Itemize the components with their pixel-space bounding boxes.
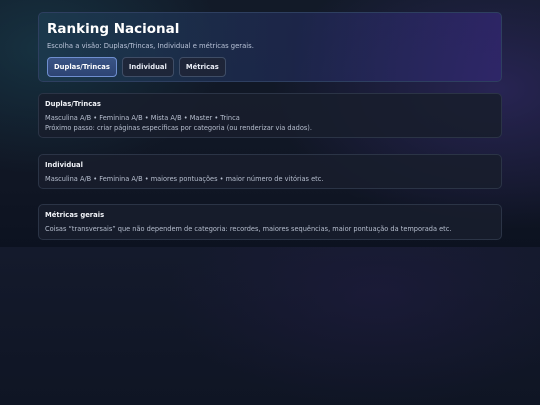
tab-individual[interactable]: Individual <box>121 57 174 77</box>
card-duplas-next-step: Próximo passo: criar páginas específicas… <box>45 124 312 132</box>
card-metricas-gerais: Métricas gerais Coisas “transversais” qu… <box>38 204 502 240</box>
main-content: Ranking Nacional Escolha a visão: Duplas… <box>38 12 502 240</box>
card-title-individual: Individual <box>45 161 83 169</box>
ranking-header: Ranking Nacional Escolha a visão: Duplas… <box>38 12 502 82</box>
card-metricas-description: Coisas “transversais” que não dependem d… <box>45 225 452 233</box>
page-background-lower <box>0 247 540 405</box>
page-subtitle: Escolha a visão: Duplas/Trincas, Individ… <box>47 42 254 50</box>
tab-metricas[interactable]: Métricas <box>178 57 226 77</box>
card-individual: Individual Masculina A/B • Feminina A/B … <box>38 154 502 189</box>
card-title-duplas-trincas: Duplas/Trincas <box>45 100 101 108</box>
ranking-page: { "header": { "title": "Ranking Nacional… <box>0 0 540 405</box>
page-title: Ranking Nacional <box>47 21 180 37</box>
card-title-metricas-gerais: Métricas gerais <box>45 211 105 219</box>
card-duplas-trincas: Duplas/Trincas Masculina A/B • Feminina … <box>38 93 502 138</box>
view-tabs: Duplas/Trincas Individual Métricas <box>47 57 493 77</box>
card-duplas-categories: Masculina A/B • Feminina A/B • Mista A/B… <box>45 114 240 122</box>
card-individual-description: Masculina A/B • Feminina A/B • maiores p… <box>45 175 324 183</box>
tab-duplas-trincas[interactable]: Duplas/Trincas <box>47 57 117 77</box>
